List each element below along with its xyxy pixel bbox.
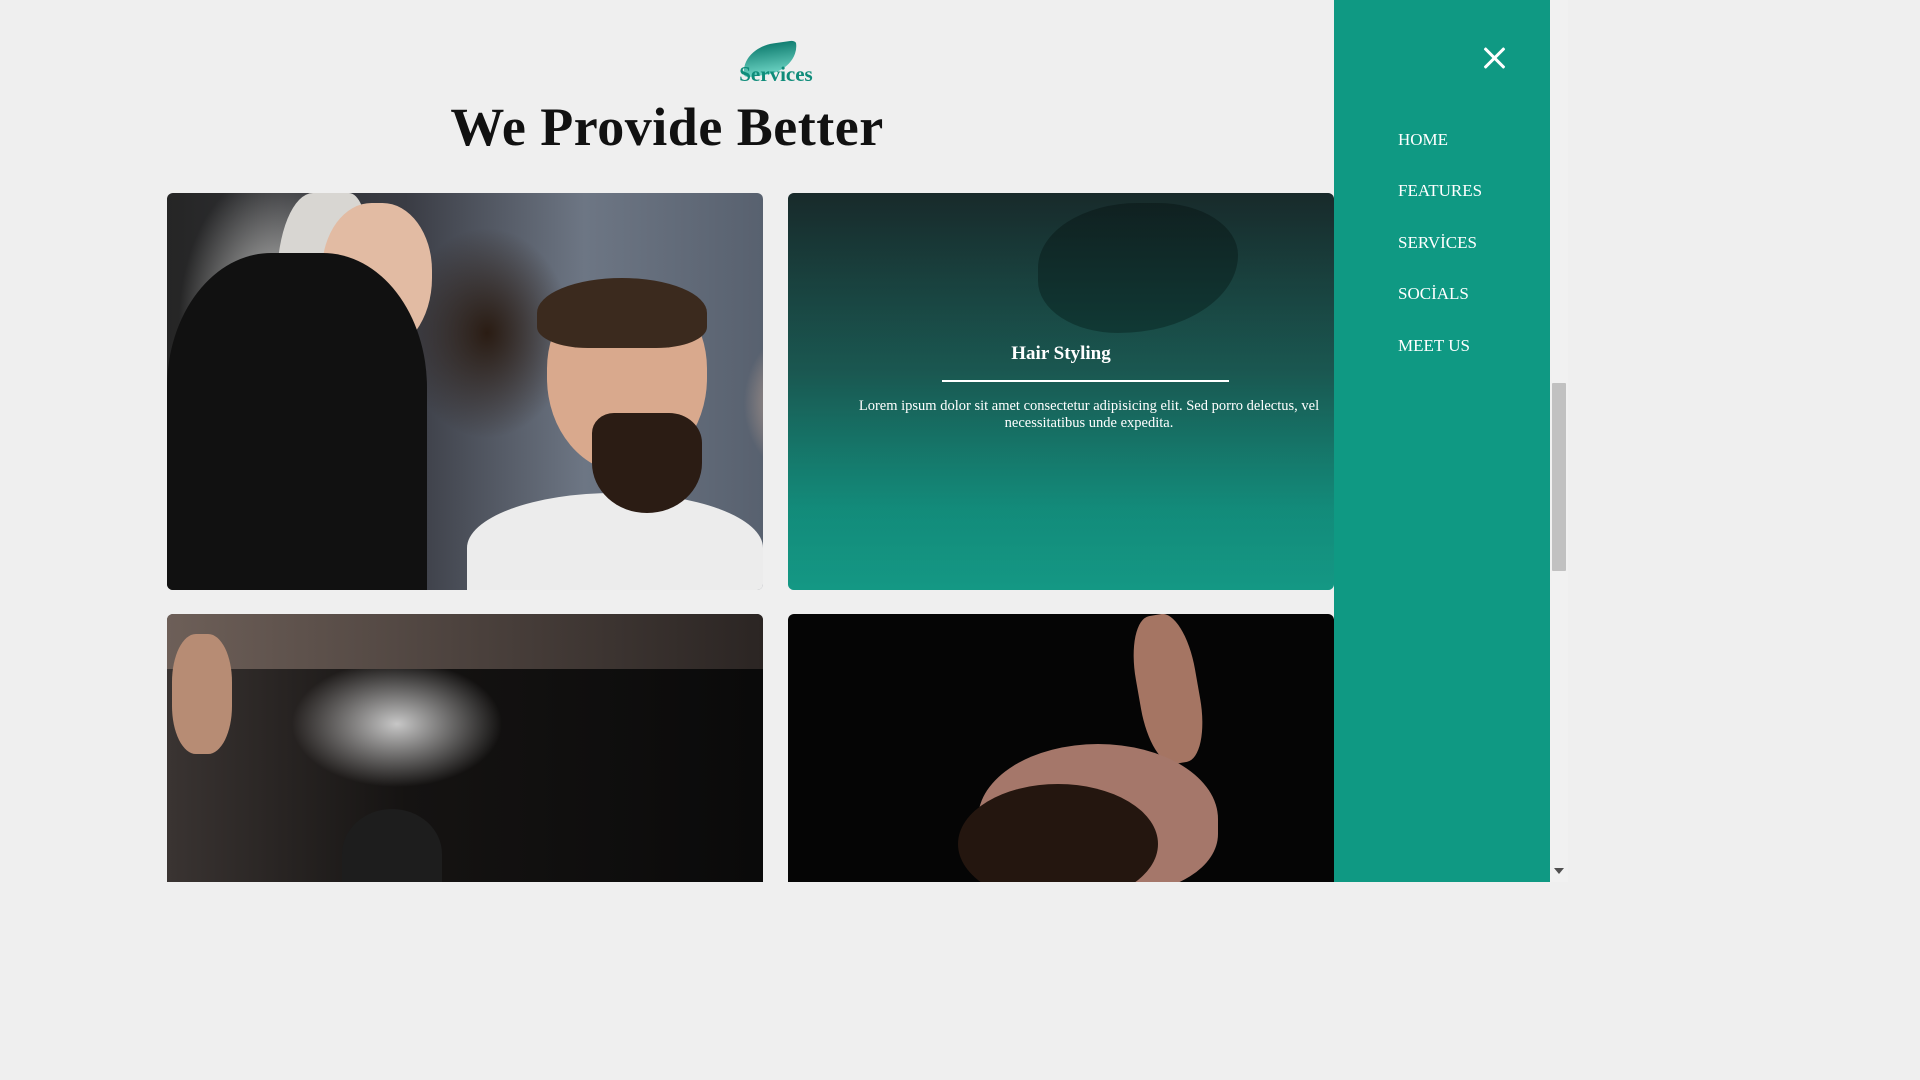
service-card-spray[interactable]	[167, 614, 763, 882]
scrollbar-thumb[interactable]	[1552, 383, 1566, 571]
side-menu: HOME FEATURES SERVİCES SOCİALS MEET US	[1334, 0, 1550, 882]
menu-item-features[interactable]: FEATURES	[1398, 181, 1482, 201]
scroll-down-arrow-icon[interactable]	[1554, 868, 1564, 874]
image-part	[592, 413, 702, 513]
service-card-haircut[interactable]	[167, 193, 763, 590]
scrollbar[interactable]	[1550, 0, 1568, 882]
section-badge: Services	[736, 40, 816, 88]
close-icon[interactable]	[1482, 44, 1506, 72]
image-part	[467, 493, 763, 590]
section-heading: We Provide Better	[450, 97, 884, 157]
menu-item-home[interactable]: HOME	[1398, 130, 1448, 150]
service-card-wash[interactable]	[788, 614, 1334, 882]
menu-item-services[interactable]: SERVİCES	[1398, 233, 1477, 253]
section-label: Services	[739, 62, 813, 86]
image-part	[167, 253, 427, 590]
image-part	[1125, 614, 1211, 769]
title-divider	[942, 380, 1229, 382]
image-part	[537, 278, 707, 348]
image-part	[167, 614, 763, 669]
card-overlay	[788, 193, 1334, 590]
menu-item-meet-us[interactable]: MEET US	[1398, 336, 1470, 356]
image-part	[172, 634, 232, 754]
card-description: Lorem ipsum dolor sit amet consectetur a…	[858, 398, 1320, 431]
card-title: Hair Styling	[1011, 343, 1111, 364]
service-card-hair-styling[interactable]: Hair Styling Lorem ipsum dolor sit amet …	[788, 193, 1334, 590]
image-part	[342, 809, 442, 882]
page: Services We Provide Better Hair Styling …	[0, 0, 1568, 882]
menu-item-socials[interactable]: SOCİALS	[1398, 284, 1469, 304]
